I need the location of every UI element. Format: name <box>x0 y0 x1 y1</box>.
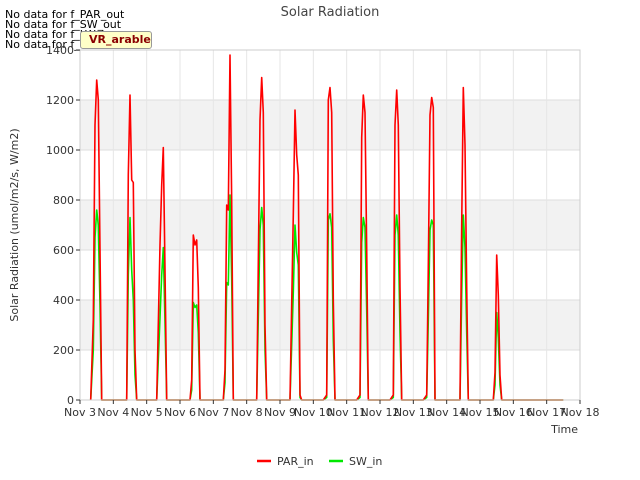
chart-title: Solar Radiation <box>281 5 380 20</box>
y-tick-label: 1000 <box>46 144 74 157</box>
y-tick-label: 400 <box>53 294 74 307</box>
grid-band <box>80 200 580 250</box>
x-axis-label: Time <box>550 423 578 436</box>
x-tick-label: Nov 7 <box>197 406 229 419</box>
y-tick-label: 600 <box>53 244 74 257</box>
legend-label: SW_in <box>349 455 382 468</box>
site-badge: VR_arable <box>80 31 152 49</box>
solar-radiation-chart: 0200400600800100012001400Nov 3 Nov 4 Nov 5… <box>8 5 600 468</box>
y-tick-label: 800 <box>53 194 74 207</box>
x-tick-label: Nov 4 <box>97 406 129 419</box>
y-tick-label: 1400 <box>46 44 74 57</box>
x-tick-label: Nov 9 <box>264 406 296 419</box>
x-tick-label: Nov 6 <box>164 406 196 419</box>
grid-band <box>80 100 580 150</box>
x-tick-label: Nov 3 <box>64 406 96 419</box>
y-axis-label: Solar Radiation (umol/m2/s, W/m2) <box>8 128 21 321</box>
x-tick-label: Nov 5 <box>131 406 163 419</box>
legend-label: PAR_in <box>277 455 314 468</box>
y-tick-label: 1200 <box>46 94 74 107</box>
x-tick-label: Nov 18 <box>561 406 600 419</box>
y-tick-label: 200 <box>53 344 74 357</box>
grid-band <box>80 300 580 350</box>
x-tick-label: Nov 8 <box>231 406 263 419</box>
